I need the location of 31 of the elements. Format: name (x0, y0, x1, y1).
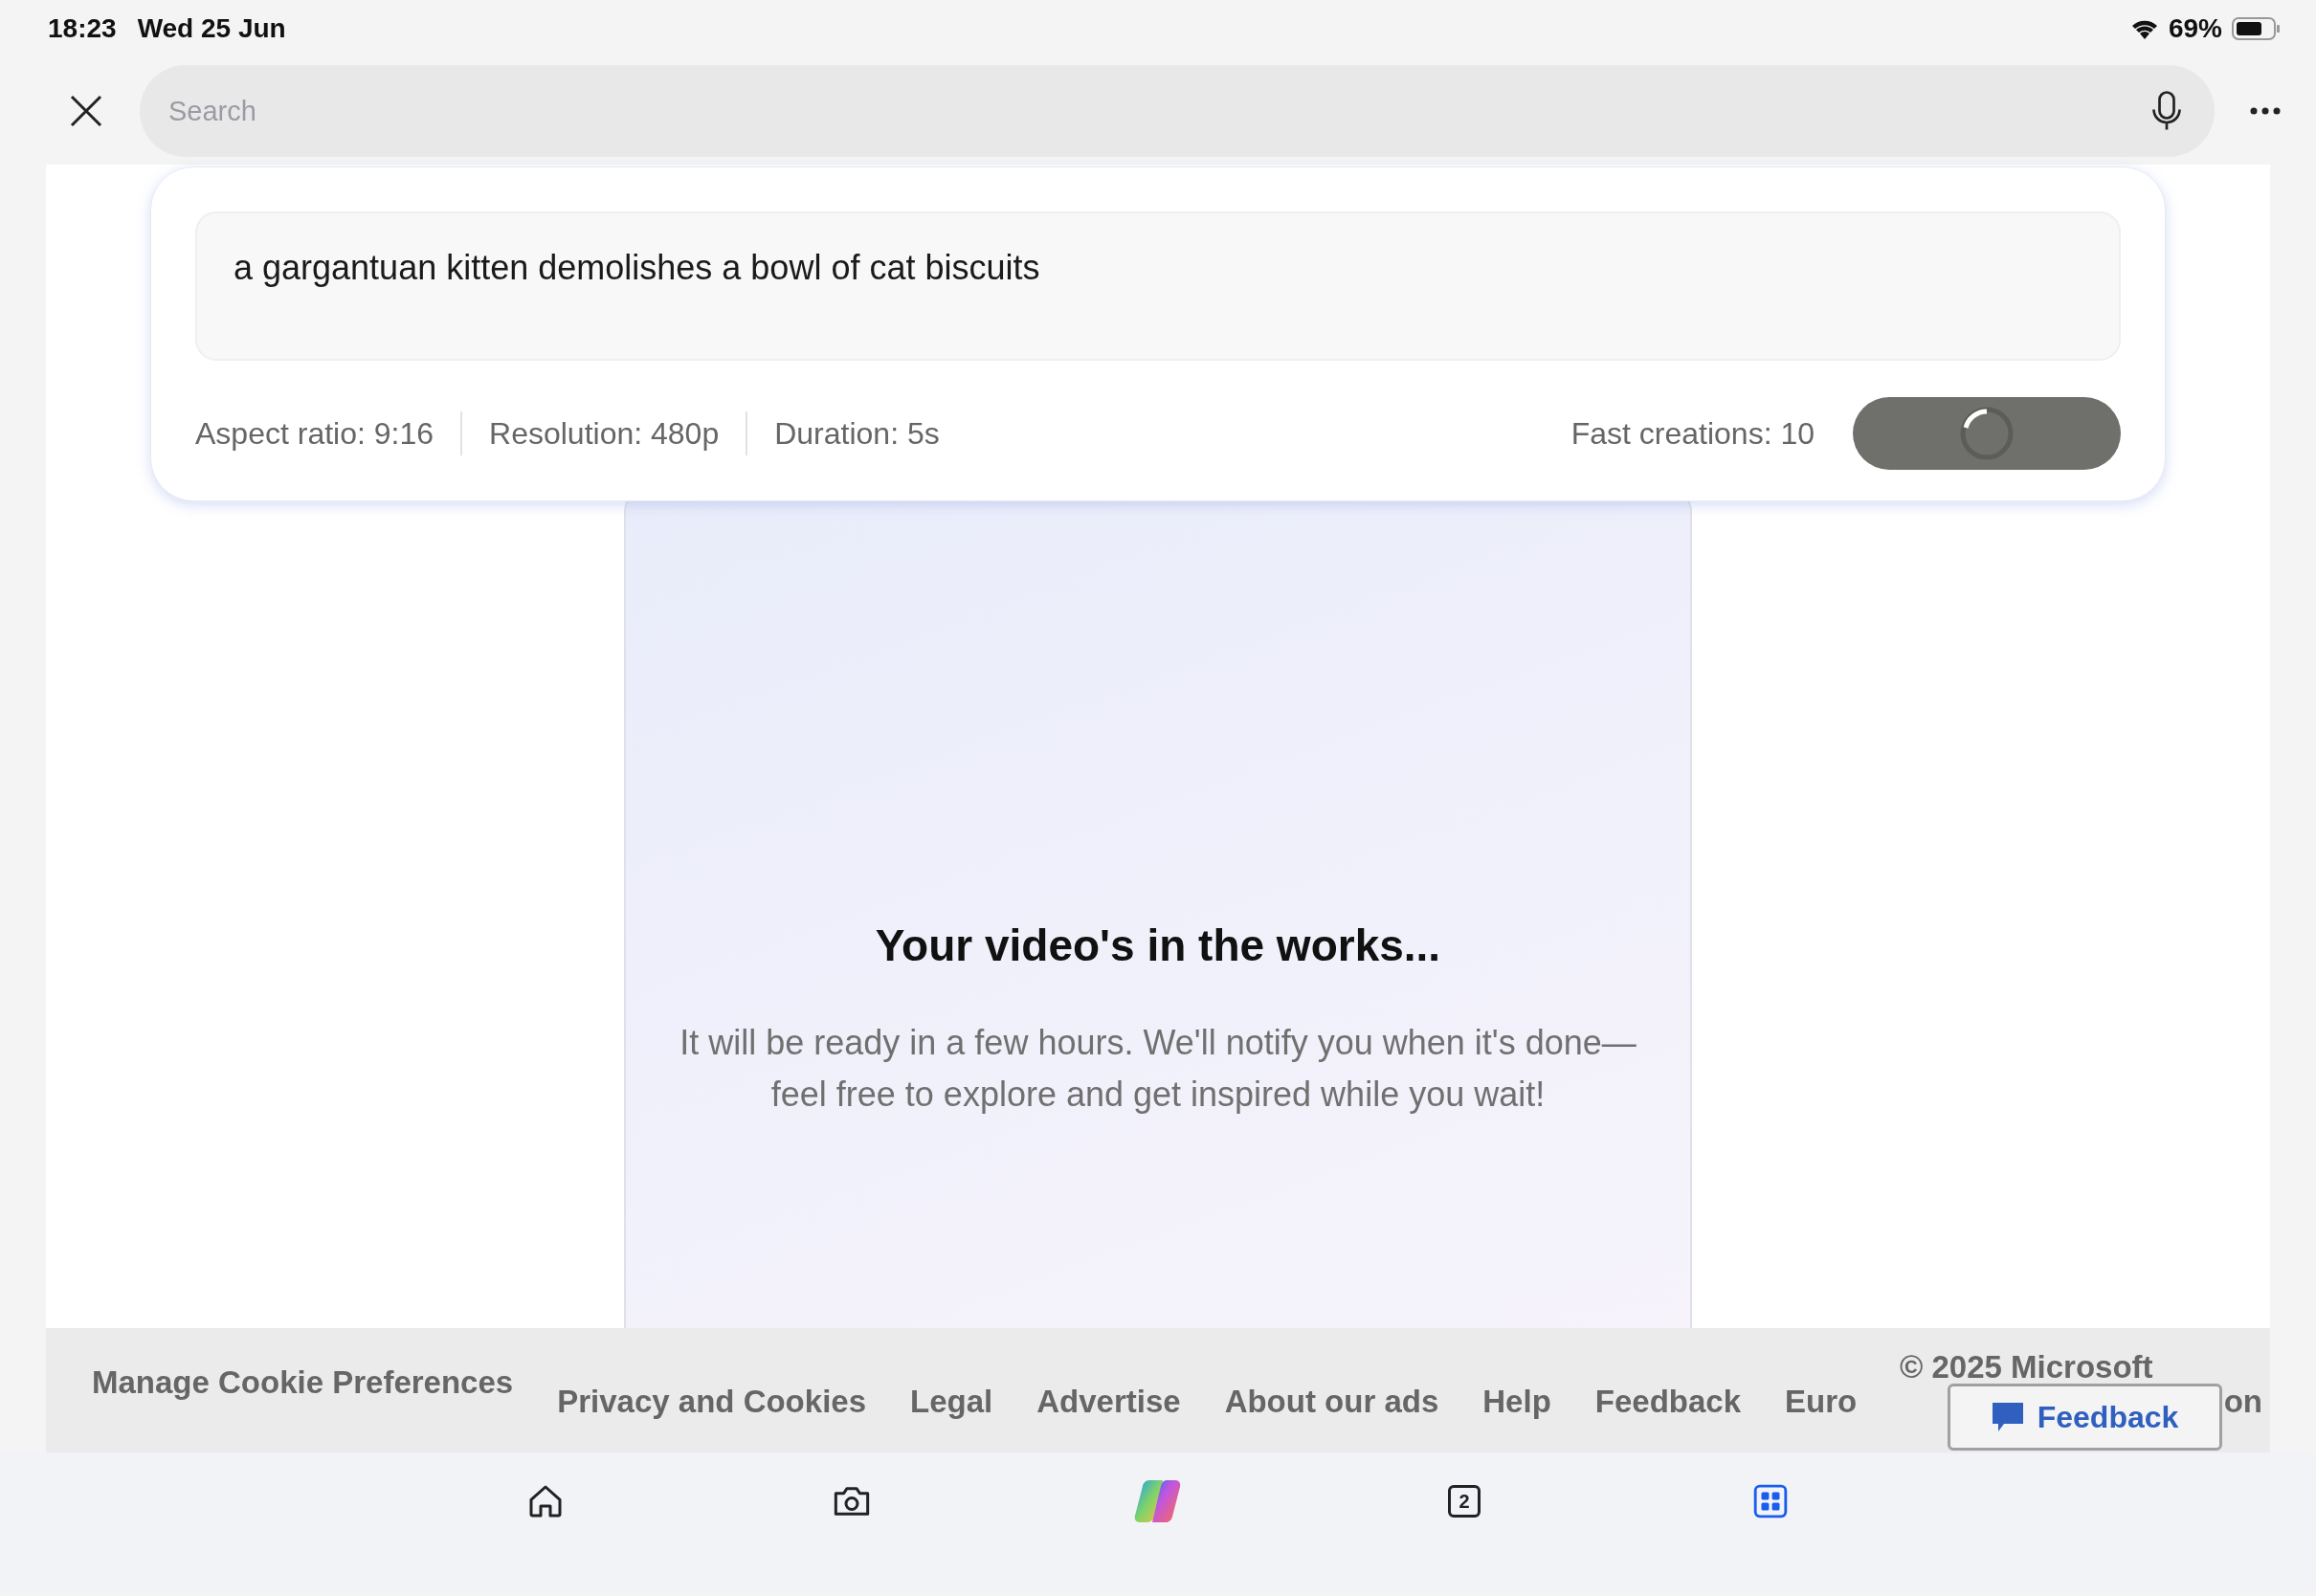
status-heading: Your video's in the works... (875, 920, 1441, 971)
more-icon[interactable] (2249, 106, 2282, 116)
speech-bubble-icon (1991, 1401, 2024, 1433)
footer-link[interactable]: Legal (910, 1384, 993, 1420)
footer-link[interactable]: Feedback (1594, 1384, 1742, 1420)
search-field[interactable]: Search (140, 65, 2215, 157)
footer-link[interactable]: About our ads (1224, 1384, 1439, 1420)
footer-link[interactable]: Privacy and Cookies (557, 1384, 866, 1420)
footer-link[interactable]: Advertise (1036, 1384, 1181, 1420)
status-message: It will be ready in a few hours. We'll notify you when it's done—feel free to explore and get inspired while you wait! (679, 1022, 1637, 1116)
footer-text: on (2223, 1384, 2262, 1420)
credits-count: Fast creations: 10 (1570, 415, 1815, 452)
prompt-field[interactable]: a gargantuan kitten demolishes a bowl of cat biscuits (195, 211, 2121, 361)
status-date: Wed 25 Jun (137, 13, 286, 44)
copyright-text: © 2025 Microsoft (1900, 1349, 2153, 1385)
nav-button[interactable]: 2 (1440, 1477, 1488, 1525)
copilot-logo-icon (1134, 1478, 1182, 1524)
microphone-icon[interactable] (2149, 89, 2184, 133)
option-setting[interactable]: Resolution: 480p (460, 411, 746, 455)
option-setting[interactable]: Duration: 5s (746, 411, 967, 455)
feedback-button[interactable]: Feedback (1948, 1384, 2222, 1451)
tab-count: 2 (1448, 1485, 1481, 1518)
spinner-icon (1958, 405, 2015, 462)
status-time: 18:23 (48, 13, 117, 44)
footer-link[interactable]: Euro (1785, 1384, 1858, 1420)
option-setting[interactable]: Aspect ratio: 9:16 (195, 411, 461, 455)
footer-link[interactable]: Manage Cookie Preferences (92, 1364, 514, 1401)
battery-percent: 69% (2168, 13, 2222, 44)
apps-grid-icon (1752, 1483, 1789, 1519)
footer-link[interactable]: Help (1482, 1384, 1551, 1420)
battery-icon (2232, 16, 2282, 41)
